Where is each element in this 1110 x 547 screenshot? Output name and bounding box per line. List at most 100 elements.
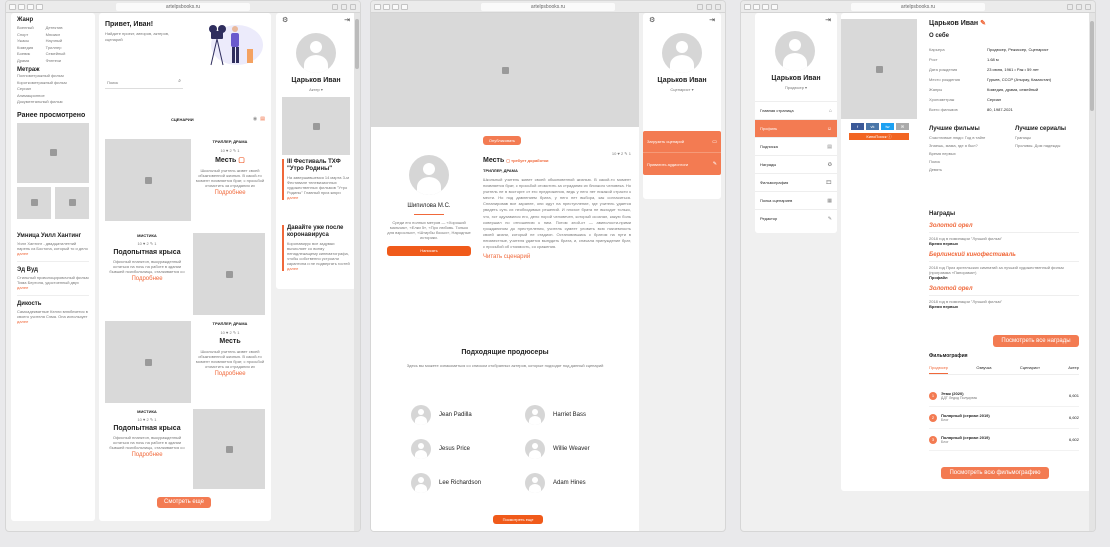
- tab-filmography[interactable]: Сценарист: [1020, 365, 1040, 374]
- recent-more-link[interactable]: далее: [17, 319, 28, 324]
- scrollbar[interactable]: [1089, 13, 1095, 531]
- tab-scripts[interactable]: СЦЕНАРИИ: [171, 117, 194, 122]
- recent-thumb-small[interactable]: [55, 186, 89, 219]
- genre-item[interactable]: Семейный: [46, 51, 66, 58]
- script-card[interactable]: ТРИЛЛЕР, ДРАМА 10 ♥ 2 ✎ 1 Месть Школьный…: [105, 321, 265, 403]
- recent-item-title[interactable]: Умница Уилл Хантинг: [17, 233, 89, 239]
- film-row[interactable]: 1 Этаж (2020) ДДТ Ледод Полукреак 6,601: [929, 385, 1079, 407]
- news-more-link[interactable]: далее: [287, 195, 298, 200]
- side-menu-item[interactable]: Фильмография 🎞: [755, 173, 837, 191]
- logout-icon[interactable]: ⇥: [344, 16, 350, 24]
- producer-avatar[interactable]: [411, 473, 431, 493]
- settings-icon[interactable]: ⚙: [649, 16, 655, 24]
- award-film[interactable]: Время первых: [929, 241, 1079, 246]
- script-thumbnail[interactable]: [193, 409, 265, 489]
- producer-item[interactable]: Willie Weaver: [525, 439, 590, 459]
- script-title[interactable]: Месть ▢: [195, 156, 265, 164]
- producer-name[interactable]: Jean Padilla: [439, 412, 472, 418]
- genre-item[interactable]: Военный: [17, 25, 34, 32]
- recent-item-title[interactable]: Эд Вуд: [17, 267, 89, 273]
- news-title[interactable]: III Фестиваль ТХФ "Утро Родины": [287, 159, 350, 173]
- role-dropdown[interactable]: Сценарист ▾: [643, 87, 721, 92]
- script-thumbnail[interactable]: [105, 139, 191, 221]
- news-more-link[interactable]: далее: [287, 266, 298, 271]
- view-more-button[interactable]: Посмотреть еще: [493, 515, 543, 524]
- role-dropdown[interactable]: Актер ▾: [276, 87, 356, 92]
- invite-item[interactable]: Приватить аудиоглоги ✎: [643, 153, 721, 175]
- recent-thumb-small[interactable]: [17, 186, 51, 219]
- film-row[interactable]: 3 Полярный (сериал 2019) Блог 6,602: [929, 429, 1079, 451]
- logout-icon[interactable]: ⇥: [709, 16, 715, 24]
- list-view-icon[interactable]: ▤: [260, 116, 265, 122]
- producer-name[interactable]: Jesus Price: [439, 446, 470, 452]
- script-thumbnail[interactable]: [105, 321, 191, 403]
- genre-item[interactable]: Фэнтези: [46, 58, 66, 65]
- film-row[interactable]: 2 Полярный (сериал 2019) Блог 6,602: [929, 407, 1079, 429]
- best-film-item[interactable]: Знаешь, мама, где я был?: [929, 143, 999, 148]
- twitter-icon[interactable]: tw: [881, 123, 894, 130]
- producer-item[interactable]: Jean Padilla: [411, 405, 472, 425]
- producer-avatar[interactable]: [525, 439, 545, 459]
- producer-name[interactable]: Willie Weaver: [553, 446, 590, 452]
- script-thumbnail[interactable]: [193, 233, 265, 315]
- role-dropdown[interactable]: Продюсер ▾: [755, 85, 837, 90]
- script-card[interactable]: ТРИЛЛЕР, ДРАМА 10 ♥ 2 ✎ 1 Месть ▢ Школьн…: [105, 139, 265, 221]
- side-menu-item[interactable]: Награды ✪: [755, 155, 837, 173]
- award-name[interactable]: Золотой орел: [929, 286, 1079, 292]
- eye-icon[interactable]: ◉: [253, 116, 257, 122]
- producer-avatar[interactable]: [411, 405, 431, 425]
- all-filmography-button[interactable]: Посмотреть всю фильмографию: [941, 467, 1049, 479]
- award-film[interactable]: Время первых: [929, 304, 1079, 309]
- side-menu-item[interactable]: Профиль ☺: [755, 119, 837, 137]
- show-more-button[interactable]: Смотреть еще: [157, 497, 211, 508]
- producer-name[interactable]: Harriet Bass: [553, 412, 586, 418]
- read-script-link[interactable]: Читать сценарий: [483, 254, 631, 260]
- recent-more-link[interactable]: далее: [17, 285, 28, 290]
- producer-item[interactable]: Adam Hines: [525, 473, 586, 493]
- award-name[interactable]: Берлинский кинофестиваль: [929, 252, 1079, 258]
- script-more-link[interactable]: Подробнее: [195, 190, 265, 196]
- award-film[interactable]: Профайл: [929, 275, 1079, 280]
- facebook-icon[interactable]: f: [851, 123, 864, 130]
- script-title[interactable]: Подопытная крыса: [105, 249, 189, 256]
- publish-button[interactable]: Опубликовать: [483, 136, 521, 145]
- all-awards-button[interactable]: Посмотреть все награды: [993, 335, 1079, 347]
- producer-name[interactable]: Lee Richardson: [439, 480, 481, 486]
- address-bar[interactable]: artelpsbooks.ru: [481, 3, 615, 11]
- mail-icon[interactable]: ✉: [896, 123, 909, 130]
- recent-thumb-large[interactable]: [17, 122, 89, 183]
- avatar[interactable]: [296, 33, 336, 73]
- recent-more-link[interactable]: далее: [17, 251, 28, 256]
- genre-item[interactable]: Детектив: [46, 25, 66, 32]
- script-card[interactable]: МИСТИКА 10 ♥ 2 ✎ 1 Подопытная крыса Офис…: [105, 233, 265, 315]
- search-icon[interactable]: ⌕: [178, 78, 181, 84]
- script-title[interactable]: Подопытная крыса: [105, 425, 189, 432]
- kinopoisk-badge[interactable]: КиноПоиск ⓘ: [849, 133, 909, 140]
- news-image[interactable]: [282, 97, 350, 155]
- best-film-item[interactable]: Время первых: [929, 151, 999, 156]
- settings-icon[interactable]: ⚙: [282, 16, 288, 24]
- best-film-item[interactable]: Поиск: [929, 159, 999, 164]
- upload-script-item[interactable]: Загрузить сценарий ▭: [643, 131, 721, 153]
- best-series-item[interactable]: Пролимы. Дом надежды: [1015, 143, 1085, 148]
- write-button[interactable]: Написать: [387, 246, 471, 256]
- best-film-item[interactable]: Девять: [929, 167, 999, 172]
- tab-filmography[interactable]: Озвучка: [976, 365, 991, 374]
- side-menu-item[interactable]: Главная страница ⌂: [755, 101, 837, 119]
- avatar[interactable]: [662, 33, 702, 73]
- script-title[interactable]: Месть: [195, 338, 265, 345]
- address-bar[interactable]: artelpsbooks.ru: [851, 3, 985, 11]
- side-menu-item[interactable]: Редактор ✎: [755, 209, 837, 227]
- script-card[interactable]: МИСТИКА 10 ♥ 2 ✎ 1 Подопытная крыса Офис…: [105, 409, 265, 489]
- author-avatar[interactable]: [409, 155, 449, 195]
- metrazh-item[interactable]: Документальный фильм: [17, 99, 89, 106]
- producer-avatar[interactable]: [525, 405, 545, 425]
- side-menu-item[interactable]: Полка сценариев ▦: [755, 191, 837, 209]
- news-title[interactable]: Давайте уже после коронавируса: [287, 225, 350, 239]
- avatar[interactable]: [775, 31, 815, 71]
- producer-item[interactable]: Lee Richardson: [411, 473, 481, 493]
- tab-filmography[interactable]: Продюсер: [929, 365, 949, 374]
- producer-item[interactable]: Harriet Bass: [525, 405, 586, 425]
- scrollbar[interactable]: [354, 13, 360, 531]
- search-bar[interactable]: Поиск ⌕: [105, 77, 183, 89]
